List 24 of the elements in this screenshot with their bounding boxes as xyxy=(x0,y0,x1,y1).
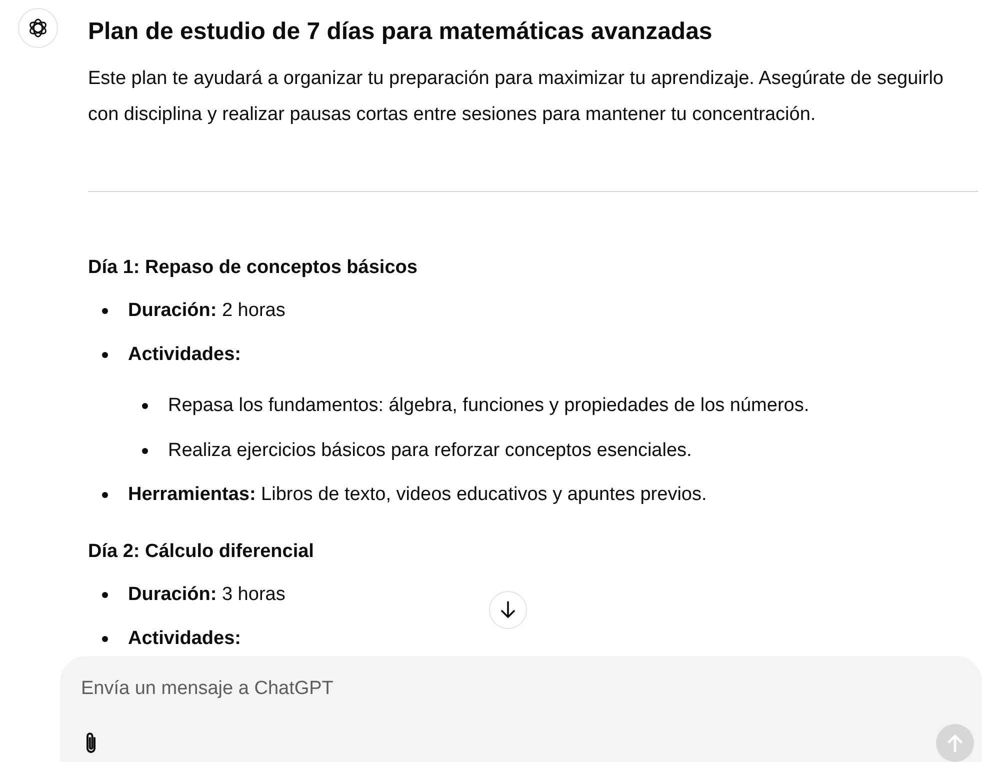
list-item-text: Duración: 3 horas xyxy=(128,583,286,607)
intro-paragraph: Este plan te ayudará a organizar tu preparación para maximizar tu aprendizaje. Asegúrate de seguirlo con disciplina y realizar pausas cortas entre sesiones para mantener tu concentración. xyxy=(88,67,945,127)
bullet-icon xyxy=(142,403,148,409)
list-item-text: Actividades: xyxy=(128,343,241,367)
message-input[interactable]: Envía un mensaje a ChatGPT xyxy=(81,675,681,703)
list-item-text: Duración: 2 horas xyxy=(128,299,286,323)
arrow-down-icon xyxy=(500,601,516,619)
section-heading: Día 2: Cálculo diferencial xyxy=(88,540,315,564)
list-item-text: Herramientas: Libros de texto, videos educativos y apuntes previos. xyxy=(128,483,707,507)
bullet-icon xyxy=(102,352,108,358)
bullet-icon xyxy=(102,636,108,642)
list-item-text: Actividades: xyxy=(128,627,241,651)
section-heading: Día 1: Repaso de conceptos básicos xyxy=(88,256,418,280)
scroll-down-button[interactable] xyxy=(489,591,527,629)
bullet-icon xyxy=(102,592,108,598)
bullet-icon xyxy=(142,448,148,454)
bullet-icon xyxy=(102,492,108,498)
list-item-text: Repasa los fundamentos: álgebra, funciones y propiedades de los números. xyxy=(168,394,810,418)
arrow-up-icon xyxy=(947,734,963,752)
paperclip-icon xyxy=(84,731,98,755)
knot-logo-icon xyxy=(18,8,58,48)
response-title: Plan de estudio de 7 días para matemáticas avanzadas xyxy=(88,17,714,47)
bullet-icon xyxy=(102,308,108,314)
list-item-text: Realiza ejercicios básicos para reforzar conceptos esenciales. xyxy=(168,439,692,463)
